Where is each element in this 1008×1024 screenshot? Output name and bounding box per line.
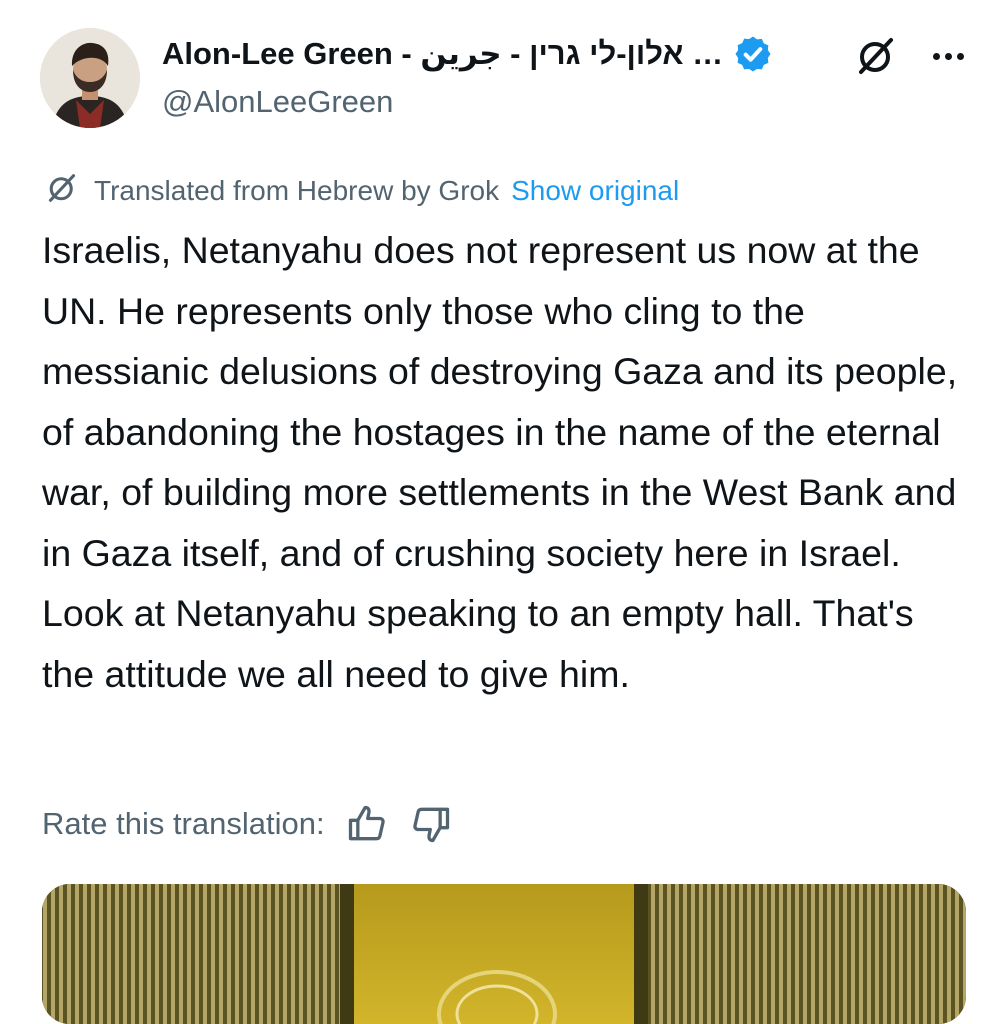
more-dot — [944, 52, 952, 60]
more-dot — [932, 52, 940, 60]
author-display-name[interactable]: Alon-Lee Green - אלון-לי גרין - جرين … — [162, 36, 723, 72]
thumbs-up-icon[interactable] — [345, 802, 389, 846]
rate-translation-label: Rate this translation: — [42, 806, 325, 841]
tweet-header: Alon-Lee Green - אלון-לי גרין - جرين … @… — [0, 0, 1008, 140]
translation-notice: Translated from Hebrew by Grok Show orig… — [42, 166, 679, 216]
avatar-image — [40, 28, 140, 128]
grok-icon[interactable] — [850, 30, 902, 82]
avatar[interactable] — [40, 28, 140, 128]
thumbs-down-icon[interactable] — [409, 802, 453, 846]
grok-icon — [42, 168, 82, 215]
un-general-assembly-photo — [42, 884, 966, 1024]
more-dot — [956, 52, 964, 60]
rate-translation-row: Rate this translation: — [42, 798, 453, 850]
show-original-link[interactable]: Show original — [511, 175, 679, 207]
more-icon[interactable] — [922, 30, 974, 82]
verified-badge-icon — [733, 34, 773, 74]
tweet-media-image[interactable] — [42, 884, 966, 1024]
translation-notice-text: Translated from Hebrew by Grok — [94, 175, 500, 206]
author-handle[interactable]: @AlonLeeGreen — [162, 84, 393, 120]
author-name-row: Alon-Lee Green - אלון-לי גרין - جرين … — [162, 26, 802, 82]
tweet-text: Israelis, Netanyahu does not represent u… — [42, 229, 958, 695]
